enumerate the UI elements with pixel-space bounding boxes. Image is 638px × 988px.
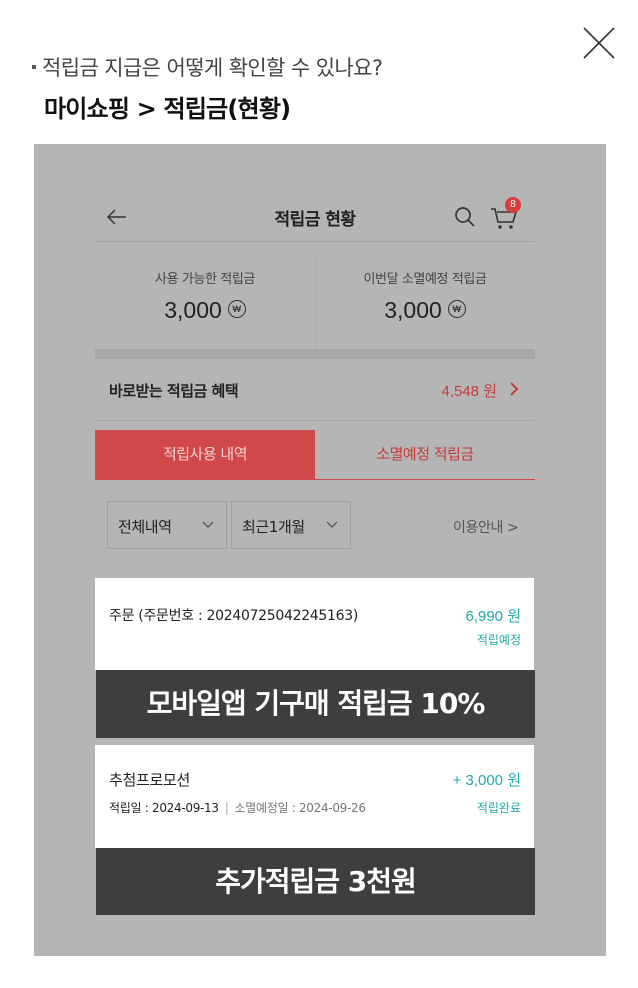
- entry-title: 추첨프로모션: [109, 771, 191, 789]
- extra-reward-banner: 추가적립금 3천원: [96, 848, 535, 915]
- chevron-right-icon: [510, 382, 519, 396]
- search-icon[interactable]: [453, 205, 477, 229]
- expire-date: 소멸예정일 : 2024-09-26: [234, 801, 366, 815]
- won-icon: ₩: [227, 299, 246, 318]
- accrual-date: 적립일 : 2024-09-13: [109, 801, 219, 815]
- expiring-balance-label: 이번달 소멸예정 적립금: [363, 272, 487, 287]
- tab-expiring[interactable]: 소멸예정 적립금: [315, 430, 535, 479]
- entry-amount: 6,990 원: [465, 608, 521, 625]
- instant-reward-row[interactable]: 바로받는 적립금 혜택 4,548 원: [95, 360, 535, 421]
- type-filter-select[interactable]: 전체내역: [107, 501, 227, 549]
- tab-history[interactable]: 적립사용 내역: [95, 430, 315, 479]
- section-separator: [95, 349, 535, 359]
- tab-bar: 적립사용 내역 소멸예정 적립금: [95, 430, 535, 480]
- entry-dates: 적립일 : 2024-09-13 | 소멸예정일 : 2024-09-26: [109, 799, 366, 816]
- cart-count-badge: 8: [505, 197, 521, 213]
- entry-status: 적립완료: [476, 801, 521, 815]
- instant-reward-label: 바로받는 적립금 혜택: [109, 382, 239, 400]
- entry-status: 적립예정: [476, 633, 521, 647]
- entry-amount: + 3,000 원: [452, 772, 521, 789]
- list-item: 추첨프로모션 + 3,000 원 적립일 : 2024-09-13 | 소멸예정일 …: [95, 745, 534, 848]
- menu-path: 마이쇼핑 > 적립금(현황): [44, 95, 291, 123]
- date-separator: |: [224, 801, 229, 815]
- expiring-balance: 이번달 소멸예정 적립금 3,000 ₩: [315, 268, 535, 324]
- period-filter-value: 최근1개월: [242, 518, 305, 536]
- chevron-down-icon: [202, 521, 214, 528]
- available-balance-label: 사용 가능한 적립금: [155, 272, 255, 287]
- faq-question-text: 적립금 지급은 어떻게 확인할 수 있나요?: [42, 56, 383, 80]
- instant-reward-value: 4,548 원: [441, 383, 497, 400]
- entry-title: 주문 (주문번호 : 20240725042245163): [109, 608, 358, 624]
- faq-question: 적립금 지급은 어떻게 확인할 수 있나요?: [32, 52, 383, 82]
- expiring-balance-value-row: 3,000 ₩: [315, 297, 535, 324]
- close-icon[interactable]: [582, 26, 616, 60]
- app-purchase-banner: 모바일앱 기구매 적립금 10%: [96, 670, 535, 738]
- available-balance-value-row: 3,000 ₩: [95, 297, 315, 324]
- period-filter-select[interactable]: 최근1개월: [231, 501, 351, 549]
- usage-guide-link[interactable]: 이용안내 >: [453, 517, 519, 537]
- available-balance: 사용 가능한 적립금 3,000 ₩: [95, 268, 315, 324]
- expiring-balance-value: 3,000: [384, 297, 442, 323]
- won-icon: ₩: [447, 299, 466, 318]
- list-item: 주문 (주문번호 : 20240725042245163) 6,990 원 적립…: [95, 578, 534, 670]
- app-header: 적립금 현황 8: [95, 195, 535, 242]
- chevron-down-icon: [326, 521, 338, 528]
- type-filter-value: 전체내역: [118, 518, 172, 536]
- available-balance-value: 3,000: [164, 297, 222, 323]
- bullet-icon: [32, 65, 36, 69]
